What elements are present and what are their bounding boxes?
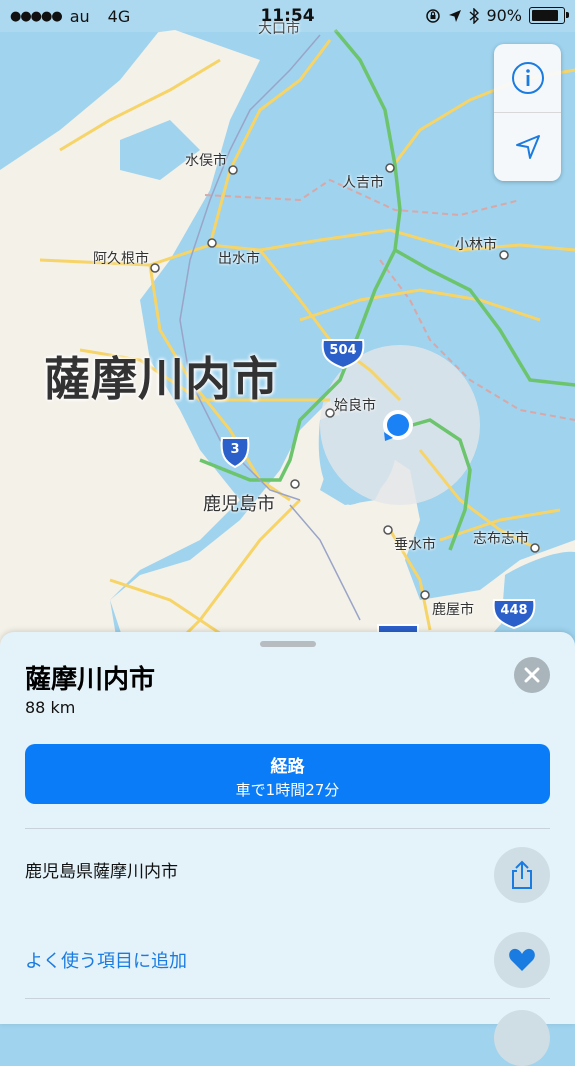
map-city-label: 出水市	[218, 251, 260, 267]
more-button[interactable]	[494, 1010, 550, 1066]
map-city-label: 阿久根市	[93, 251, 149, 267]
share-icon	[512, 860, 532, 889]
divider	[25, 998, 550, 999]
orientation-lock-icon	[426, 8, 441, 23]
bluetooth-icon	[469, 7, 480, 24]
location-services-icon	[449, 9, 462, 22]
directions-label: 経路	[270, 757, 305, 777]
map-controls	[494, 44, 561, 181]
info-icon	[511, 62, 544, 94]
battery-percentage: 90%	[486, 6, 522, 25]
info-button[interactable]	[494, 44, 561, 112]
route-shield: 448	[500, 603, 528, 618]
status-bar: ●●●●● au 4G 11:54 90%	[0, 0, 575, 32]
heart-icon	[509, 948, 535, 971]
place-distance: 88 km	[25, 698, 76, 717]
close-button[interactable]	[514, 657, 550, 693]
route-shield: 3	[230, 442, 240, 457]
map-city-label: 人吉市	[342, 175, 384, 191]
map-city-label: 垂水市	[394, 537, 436, 553]
map-city-label: 志布志市	[473, 531, 529, 547]
favorite-button[interactable]	[494, 932, 550, 988]
map-view[interactable]	[0, 0, 575, 660]
map-city-label: 水俣市	[185, 153, 227, 169]
divider	[25, 828, 550, 829]
route-shield: 504	[329, 343, 357, 358]
directions-button[interactable]: 経路 車で1時間27分	[25, 744, 550, 804]
map-city-label: 鹿屋市	[432, 602, 474, 618]
battery-icon	[529, 7, 569, 24]
place-card: 薩摩川内市 88 km 経路 車で1時間27分 鹿児島県薩摩川内市 よく使う項目…	[0, 632, 575, 1066]
map-region-label[interactable]: 薩摩川内市	[44, 343, 279, 409]
map-city-label: 姶良市	[334, 398, 376, 414]
close-icon	[524, 667, 540, 683]
place-title: 薩摩川内市	[25, 665, 156, 695]
map-city-label: 鹿児島市	[203, 494, 275, 515]
add-to-favorites-link[interactable]: よく使う項目に追加	[25, 947, 187, 973]
sheet-grabber[interactable]	[260, 641, 316, 647]
tracking-button[interactable]	[494, 112, 561, 181]
map-city-label: 小林市	[455, 237, 497, 253]
place-address: 鹿児島県薩摩川内市	[25, 862, 178, 882]
location-arrow-icon	[515, 135, 540, 159]
directions-eta: 車で1時間27分	[235, 781, 340, 799]
share-button[interactable]	[494, 847, 550, 903]
